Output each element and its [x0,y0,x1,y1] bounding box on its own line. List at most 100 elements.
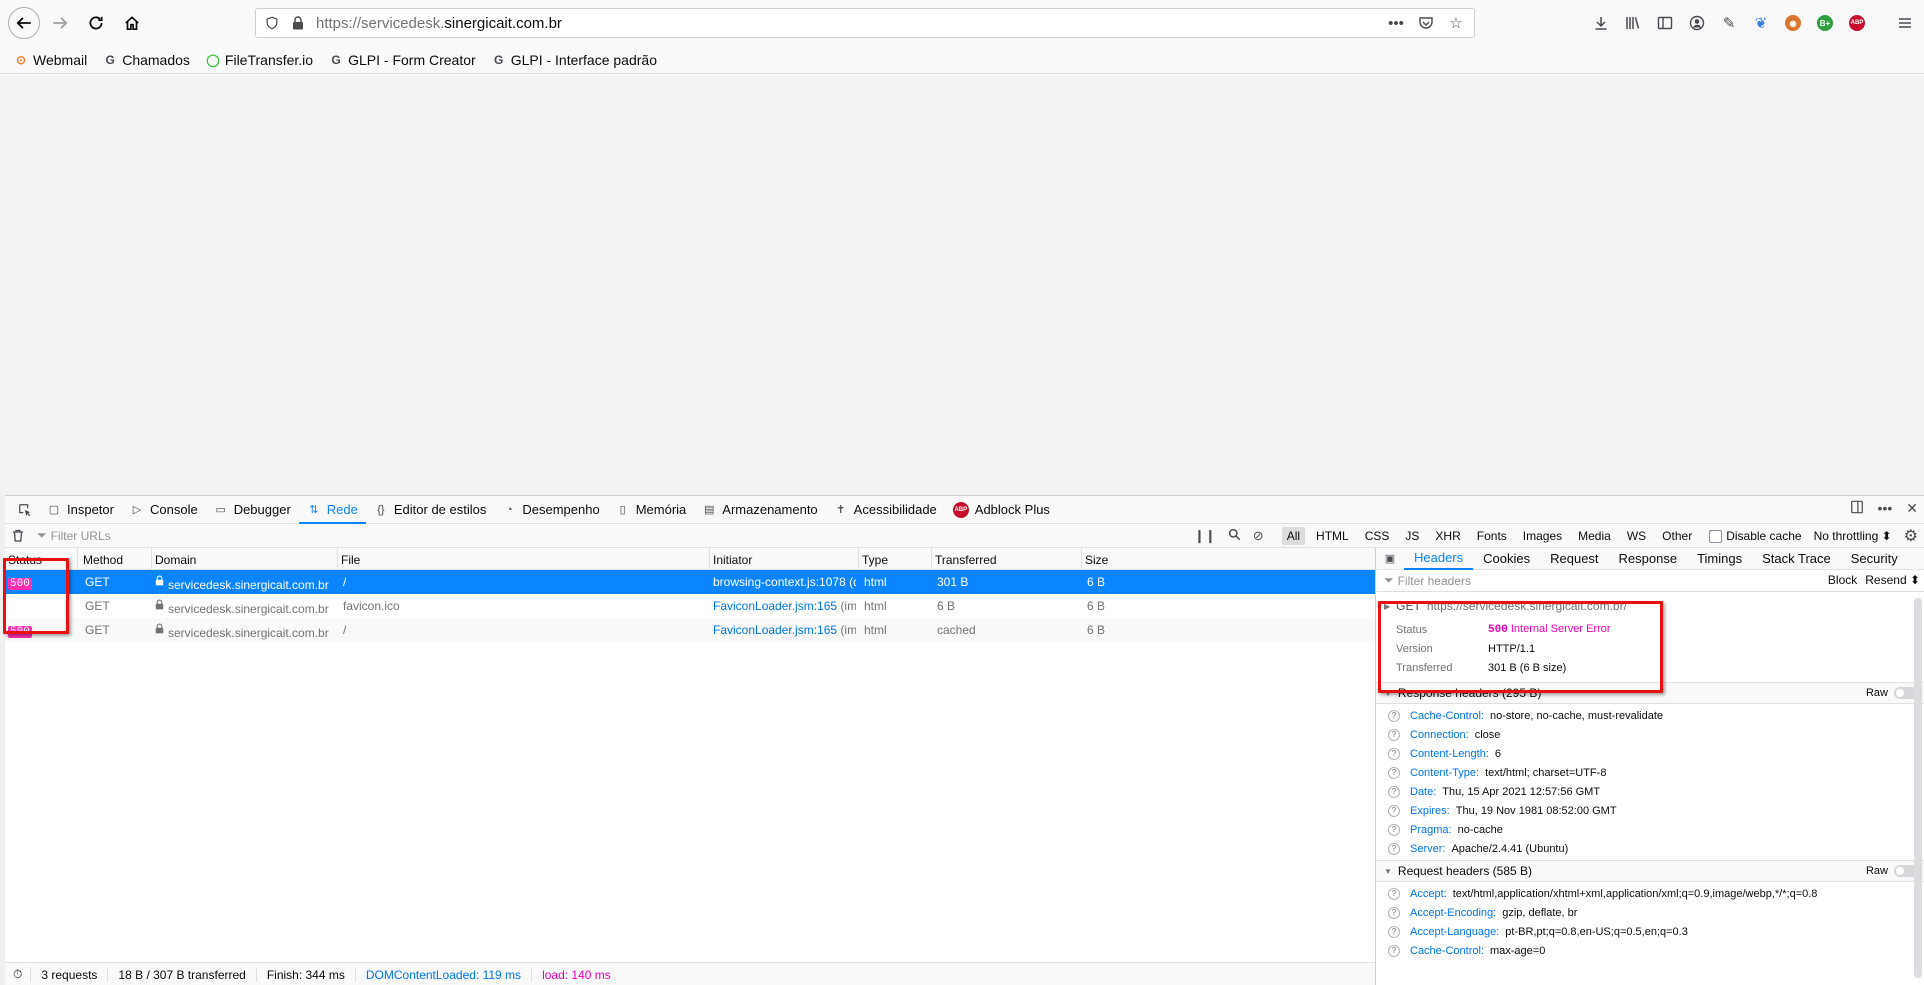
devtools-tab[interactable]: {} Editor de estilos [366,496,495,524]
downloads-icon[interactable] [1590,12,1612,34]
column-header[interactable]: Initiator [713,553,752,567]
filter-type-button[interactable]: Images [1518,527,1567,545]
filter-type-button[interactable]: Media [1573,527,1616,545]
devtools-tab[interactable]: ▷ Console [122,496,206,524]
devtools-more-icon[interactable]: ••• [1878,500,1893,517]
table-row[interactable]: 500 GET servicedesk.sinergicait.com.br / Fav… [5,618,1375,642]
element-picker-icon[interactable] [11,496,39,524]
column-header[interactable]: Transferred [935,553,997,567]
column-separator[interactable] [337,548,338,570]
column-separator[interactable] [931,548,932,570]
help-question-icon[interactable]: ? [1388,747,1400,760]
help-question-icon[interactable]: ? [1388,944,1400,957]
filter-type-button[interactable]: All [1281,527,1306,545]
bookmark-item[interactable]: ◯ FileTransfer.io [206,52,313,68]
dock-toggle-icon[interactable] [1850,500,1864,517]
column-header[interactable]: File [341,553,360,567]
help-question-icon[interactable]: ? [1388,766,1400,779]
pause-icon[interactable]: ❙❙ [1194,528,1216,544]
header-row[interactable]: ? Accept: text/html,application/xhtml+xml,… [1376,884,1924,903]
help-question-icon[interactable]: ? [1388,785,1400,798]
column-separator[interactable] [151,548,152,570]
header-row[interactable]: ? Content-Length: 6 [1376,744,1924,763]
sidebar-icon[interactable] [1654,12,1676,34]
help-question-icon[interactable]: ? [1388,709,1400,722]
help-question-icon[interactable]: ? [1388,842,1400,855]
column-separator[interactable] [77,548,78,570]
extension-b-plus-icon[interactable]: B+ [1814,12,1836,34]
raw-toggle[interactable]: Raw [1866,687,1918,699]
clear-trash-icon[interactable] [5,529,31,542]
initiator-cell[interactable]: FaviconLoader.jsm:165 (img) [713,599,856,613]
header-row[interactable]: ? Cache-Control: no-store, no-cache, must-… [1376,706,1924,725]
details-tab[interactable]: Headers [1404,548,1474,570]
bookmark-item[interactable]: ⊙ Webmail [14,52,87,68]
filter-type-button[interactable]: WS [1622,527,1651,545]
table-row[interactable]: GET servicedesk.sinergicait.com.br favicon… [5,594,1375,618]
devtools-tab[interactable]: ABP Adblock Plus [945,496,1058,524]
devtools-tab[interactable]: ⇅ Rede [298,496,366,524]
help-question-icon[interactable]: ? [1388,887,1400,900]
block-icon[interactable]: ⊘ [1253,528,1264,544]
expand-triangle-icon[interactable]: ▶ [1384,602,1390,611]
pocket-icon[interactable] [1416,13,1436,33]
devtools-tab[interactable]: ✝ Acessibilidade [826,496,945,524]
initiator-cell[interactable]: FaviconLoader.jsm:165 (img) [713,623,856,637]
details-tab[interactable]: Request [1540,548,1608,570]
bookmark-item[interactable]: G GLPI - Form Creator [329,52,475,68]
column-header[interactable]: Method [83,553,123,567]
filter-urls-input[interactable]: ⏷ Filter URLs [37,528,111,543]
devtools-tab[interactable]: ◔ Desempenho [494,496,607,524]
header-row[interactable]: ? Server: Apache/2.4.41 (Ubuntu) [1376,839,1924,858]
library-icon[interactable] [1622,12,1644,34]
column-header[interactable]: Status [8,553,42,567]
bookmark-item[interactable]: G Chamados [103,52,190,68]
help-question-icon[interactable]: ? [1388,728,1400,741]
details-tab[interactable]: Stack Trace [1752,548,1841,570]
summary-url-row[interactable]: ▶ GET https://servicedesk.sinergicait.co… [1384,592,1924,620]
initiator-link[interactable]: FaviconLoader.jsm:165 [713,623,837,637]
extension-owl-icon[interactable]: ◉ [1782,12,1804,34]
url-text[interactable]: https://servicedesk.sinergicait.com.br [316,15,562,32]
network-settings-gear-icon[interactable]: ⚙ [1904,526,1918,546]
help-question-icon[interactable]: ? [1388,925,1400,938]
column-header[interactable]: Size [1085,553,1108,567]
initiator-cell[interactable]: browsing-context.js:1078 (docum... [713,575,856,589]
extension-feather-icon[interactable]: ✎ [1718,12,1740,34]
resend-button[interactable]: Resend ⬍ [1865,573,1920,587]
filter-type-button[interactable]: CSS [1360,527,1395,545]
back-button[interactable] [8,7,40,39]
account-icon[interactable] [1686,12,1708,34]
lock-icon[interactable] [288,13,308,33]
column-separator[interactable] [858,548,859,570]
header-row[interactable]: ? Expires: Thu, 19 Nov 1981 08:52:00 GMT [1376,801,1924,820]
performance-timer-icon[interactable]: ⏱ [5,967,32,982]
filter-type-button[interactable]: XHR [1430,527,1465,545]
devtools-tab[interactable]: ▭ Debugger [206,496,299,524]
details-tab[interactable]: Cookies [1473,548,1540,570]
details-tab[interactable]: Security [1841,548,1908,570]
column-header[interactable]: Domain [155,553,196,567]
filter-type-button[interactable]: JS [1400,527,1424,545]
devtools-tab[interactable]: ▤ Armazenamento [694,496,825,524]
menu-icon[interactable] [1894,12,1916,34]
filter-type-button[interactable]: Other [1657,527,1697,545]
tracking-shield-icon[interactable] [262,13,282,33]
search-icon[interactable] [1228,528,1241,544]
bookmark-item[interactable]: G GLPI - Interface padrão [492,52,657,68]
header-row[interactable]: ? Pragma: no-cache [1376,820,1924,839]
devtools-tab[interactable]: ▯ Memória [608,496,695,524]
block-button[interactable]: Block [1828,573,1857,587]
devtools-tab[interactable]: ▢ Inspetor [39,496,122,524]
filter-headers-input[interactable]: ⏷ Filter headers Block Resend ⬍ [1376,570,1924,592]
initiator-link[interactable]: FaviconLoader.jsm:165 [713,599,837,613]
header-row[interactable]: ? Connection: close [1376,725,1924,744]
toggle-sidebar-icon[interactable]: ▣ [1376,552,1404,565]
column-header[interactable]: Type [862,553,888,567]
header-row[interactable]: ? Cache-Control: max-age=0 [1376,941,1924,960]
filter-type-button[interactable]: HTML [1311,527,1354,545]
bookmark-star-icon[interactable]: ☆ [1446,13,1466,33]
sidebar-scrollbar[interactable] [1914,598,1922,978]
page-actions-button[interactable]: ••• [1386,13,1406,33]
column-separator[interactable] [1081,548,1082,570]
